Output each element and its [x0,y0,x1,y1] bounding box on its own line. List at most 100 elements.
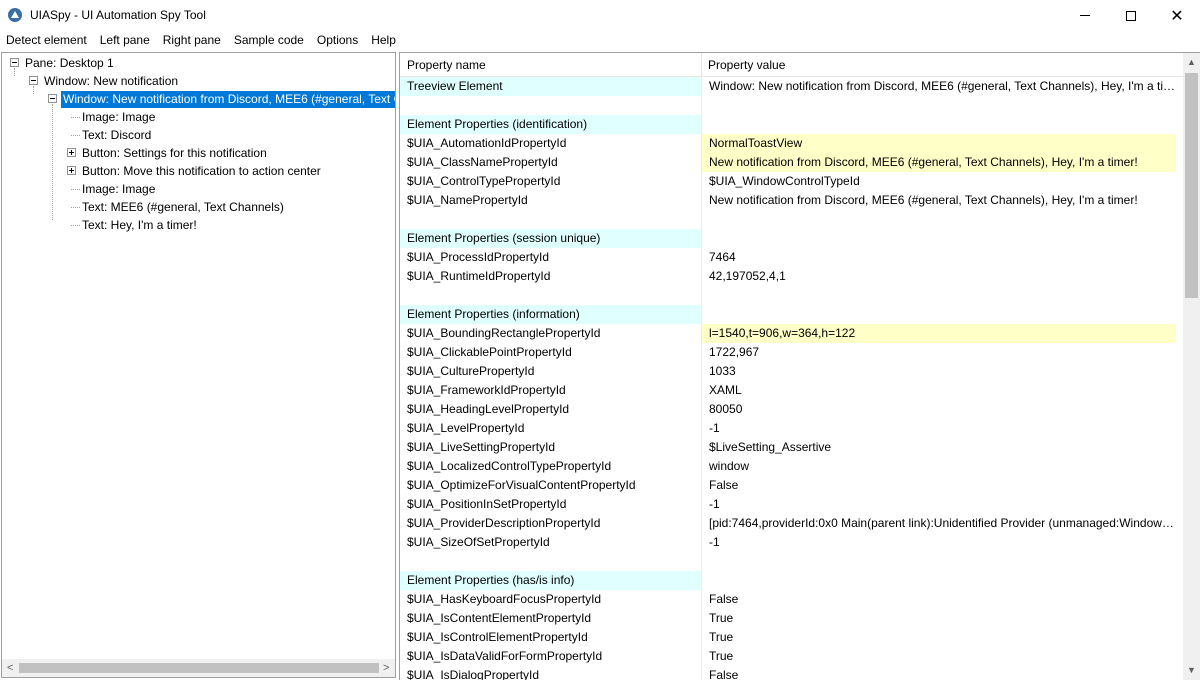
expand-icon[interactable] [67,148,76,157]
property-value: 80050 [709,402,743,416]
table-row[interactable]: $UIA_ClassNamePropertyId New notification… [400,153,1182,172]
close-button[interactable]: ✕ [1154,0,1200,31]
scroll-down-icon[interactable]: ▼ [1187,665,1196,675]
header-property-value[interactable]: Property value [708,58,785,72]
menu-bar: Detect element Left pane Right pane Samp… [0,31,1200,51]
table-row[interactable]: $UIA_FrameworkIdPropertyId XAML [400,381,1182,400]
table-row[interactable]: $UIA_IsDialogPropertyId False [400,666,1182,680]
property-value: New notification from Discord, MEE6 (#ge… [702,153,1176,172]
table-row[interactable]: $UIA_RuntimeIdPropertyId 42,197052,4,1 [400,267,1182,286]
section-row[interactable]: Element Properties (identification) [400,115,1182,134]
table-row[interactable]: $UIA_LevelPropertyId -1 [400,419,1182,438]
menu-options[interactable]: Options [311,31,365,51]
property-name: $UIA_ControlTypePropertyId [407,174,561,188]
property-name: Treeview Element [400,77,701,96]
minimize-button[interactable] [1062,0,1108,31]
collapse-icon[interactable] [10,58,19,67]
maximize-button[interactable] [1108,0,1154,31]
table-row[interactable]: $UIA_AutomationIdPropertyId NormalToastVi… [400,134,1182,153]
tree-connector [52,104,53,220]
property-name: $UIA_ProcessIdPropertyId [407,250,550,264]
table-row[interactable]: $UIA_IsControlElementPropertyId True [400,628,1182,647]
table-row[interactable]: $UIA_BoundingRectanglePropertyId l=1540,t… [400,324,1182,343]
table-row[interactable]: $UIA_ControlTypePropertyId $UIA_WindowCon… [400,172,1182,191]
scroll-left-icon[interactable]: < [7,662,13,674]
app-icon [8,8,22,22]
property-name: Element Properties (has/is info) [400,571,701,590]
property-value [702,571,1176,590]
tree-connector [71,117,80,118]
property-value [702,305,1176,324]
tree-node[interactable]: Window: New notification from Discord, M… [61,90,395,108]
tree-node-label: Text: Hey, I'm a timer! [82,217,197,232]
close-icon: ✕ [1170,5,1184,25]
property-name: $UIA_ClassNamePropertyId [407,155,558,169]
properties-vertical-scrollbar[interactable]: ▲ ▼ [1183,53,1200,680]
header-divider[interactable] [701,53,702,77]
menu-right-pane[interactable]: Right pane [157,31,228,51]
table-row[interactable]: $UIA_HeadingLevelPropertyId 80050 [400,400,1182,419]
property-value: [pid:7464,providerId:0x0 Main(parent lin… [709,516,1176,530]
collapse-icon[interactable] [48,94,57,103]
scroll-up-icon[interactable]: ▲ [1187,57,1196,67]
property-value: window [709,459,750,473]
table-row[interactable] [400,552,1182,571]
tree-node[interactable]: Button: Settings for this notification [80,144,269,162]
property-value: -1 [709,497,720,511]
tree-horizontal-scrollbar[interactable]: < > [2,659,395,677]
menu-sample-code[interactable]: Sample code [228,31,311,51]
table-row[interactable] [400,286,1182,305]
tree-node[interactable]: Text: Discord [80,126,153,144]
tree-node[interactable]: Text: Hey, I'm a timer! [80,216,199,234]
property-value: 1722,967 [709,345,760,359]
tree-node[interactable]: Image: Image [80,180,157,198]
menu-detect-element[interactable]: Detect element [0,31,94,51]
table-row[interactable]: $UIA_LocalizedControlTypePropertyId windo… [400,457,1182,476]
property-value: -1 [709,535,720,549]
menu-left-pane[interactable]: Left pane [94,31,157,51]
table-row[interactable]: Treeview Element Window: New notification… [400,77,1182,96]
table-row[interactable]: $UIA_HasKeyboardFocusPropertyId False [400,590,1182,609]
table-row[interactable]: $UIA_ProcessIdPropertyId 7464 [400,248,1182,267]
property-name: $UIA_LiveSettingPropertyId [407,440,556,454]
table-row[interactable]: $UIA_CulturePropertyId 1033 [400,362,1182,381]
table-row[interactable] [400,96,1182,115]
property-value: Window: New notification from Discord, M… [709,79,1176,93]
tree-node[interactable]: Button: Move this notification to action… [80,162,323,180]
collapse-icon[interactable] [29,76,38,85]
expand-icon[interactable] [67,166,76,175]
table-row[interactable]: $UIA_IsDataValidForFormPropertyId True [400,647,1182,666]
property-name: $UIA_LocalizedControlTypePropertyId [407,459,612,473]
tree-scroll-thumb[interactable] [19,663,379,673]
tree-node[interactable]: Image: Image [80,108,157,126]
table-row[interactable] [400,210,1182,229]
section-row[interactable]: Element Properties (session unique) [400,229,1182,248]
header-property-name[interactable]: Property name [407,58,486,72]
property-value: -1 [709,421,720,435]
table-row[interactable]: $UIA_PositionInSetPropertyId -1 [400,495,1182,514]
property-name: $UIA_CulturePropertyId [407,364,535,378]
table-row[interactable]: $UIA_OptimizeForVisualContentPropertyId F… [400,476,1182,495]
element-tree[interactable]: Pane: Desktop 1 Window: New notification W… [2,53,395,659]
property-name: Element Properties (session unique) [400,229,701,248]
menu-help[interactable]: Help [365,31,403,51]
property-value: $UIA_WindowControlTypeId [709,174,860,188]
tree-node[interactable]: Pane: Desktop 1 [23,54,116,72]
property-value: XAML [709,383,742,397]
scroll-right-icon[interactable]: > [383,662,389,674]
tree-node[interactable]: Window: New notification [42,72,180,90]
table-row[interactable]: $UIA_SizeOfSetPropertyId -1 [400,533,1182,552]
tree-node-label: Pane: Desktop 1 [25,55,114,70]
section-row[interactable]: Element Properties (has/is info) [400,571,1182,590]
table-row[interactable]: $UIA_LiveSettingPropertyId $LiveSetting_A… [400,438,1182,457]
section-row[interactable]: Element Properties (information) [400,305,1182,324]
table-row[interactable]: $UIA_IsContentElementPropertyId True [400,609,1182,628]
tree-node[interactable]: Text: MEE6 (#general, Text Channels) [80,198,286,216]
table-row[interactable]: $UIA_NamePropertyId New notification from… [400,191,1182,210]
property-value: True [709,611,734,625]
table-row[interactable]: $UIA_ProviderDescriptionPropertyId [pid:7… [400,514,1182,533]
properties-scroll-thumb[interactable] [1185,73,1198,298]
property-name: $UIA_IsDataValidForFormPropertyId [407,649,603,663]
table-row[interactable]: $UIA_ClickablePointPropertyId 1722,967 [400,343,1182,362]
property-name: $UIA_ProviderDescriptionPropertyId [407,516,601,530]
